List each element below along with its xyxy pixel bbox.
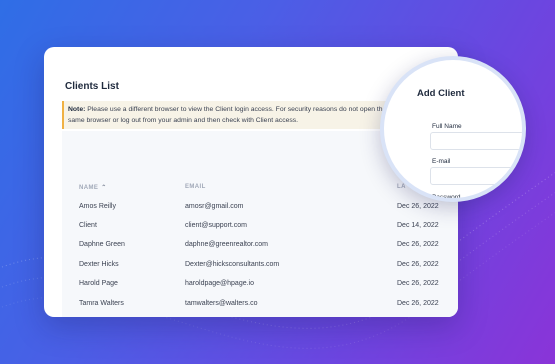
email-label: E-mail [432, 158, 451, 165]
table-row[interactable]: Daphne Green daphne@greenrealtor.com Dec… [62, 241, 458, 260]
column-header-email[interactable]: EMAIL [185, 184, 206, 190]
client-email: amosr@gmail.com [185, 203, 244, 210]
client-date: Dec 26, 2022 [397, 241, 439, 248]
client-name: Dexter Hicks [79, 261, 119, 268]
client-email: haroldpage@hpage.io [185, 280, 254, 287]
client-name: Tamra Walters [79, 300, 124, 307]
client-name: Daphne Green [79, 241, 125, 248]
table-row[interactable]: Dexter Hicks Dexter@hicksconsultants.com… [62, 261, 458, 280]
client-date: Dec 26, 2022 [397, 203, 439, 210]
client-email: client@support.com [185, 222, 247, 229]
email-input[interactable] [430, 167, 522, 185]
client-date: Dec 26, 2022 [397, 261, 439, 268]
add-client-title: Add Client [417, 88, 465, 99]
page-title: Clients List [65, 81, 119, 92]
client-email: tamwalters@walters.co [185, 300, 258, 307]
add-client-magnifier: Add Client Full Name E-mail Password [380, 56, 526, 202]
table-row[interactable]: Client client@support.com Dec 14, 2022 [62, 222, 458, 241]
client-name: Amos Reilly [79, 203, 116, 210]
full-name-input[interactable] [430, 132, 522, 150]
client-name: Harold Page [79, 280, 118, 287]
note-label: Note: [68, 106, 86, 113]
client-date: Dec 14, 2022 [397, 222, 439, 229]
client-date: Dec 26, 2022 [397, 280, 439, 287]
caret-up-icon[interactable]: ⌃ [101, 185, 106, 191]
client-name: Client [79, 222, 97, 229]
table-row[interactable]: Harold Page haroldpage@hpage.io Dec 26, … [62, 280, 458, 299]
column-header-name[interactable]: NAME ⌃ [79, 184, 107, 191]
table-row[interactable]: Amos Reilly amosr@gmail.com Dec 26, 2022 [62, 203, 458, 222]
client-email: Dexter@hicksconsultants.com [185, 261, 280, 268]
client-email: daphne@greenrealtor.com [185, 241, 268, 248]
column-header-last[interactable]: LA [397, 184, 406, 190]
full-name-label: Full Name [432, 123, 462, 130]
client-date: Dec 26, 2022 [397, 300, 439, 307]
password-label: Password [432, 194, 461, 201]
table-row[interactable]: Tamra Walters tamwalters@walters.co Dec … [62, 300, 458, 317]
